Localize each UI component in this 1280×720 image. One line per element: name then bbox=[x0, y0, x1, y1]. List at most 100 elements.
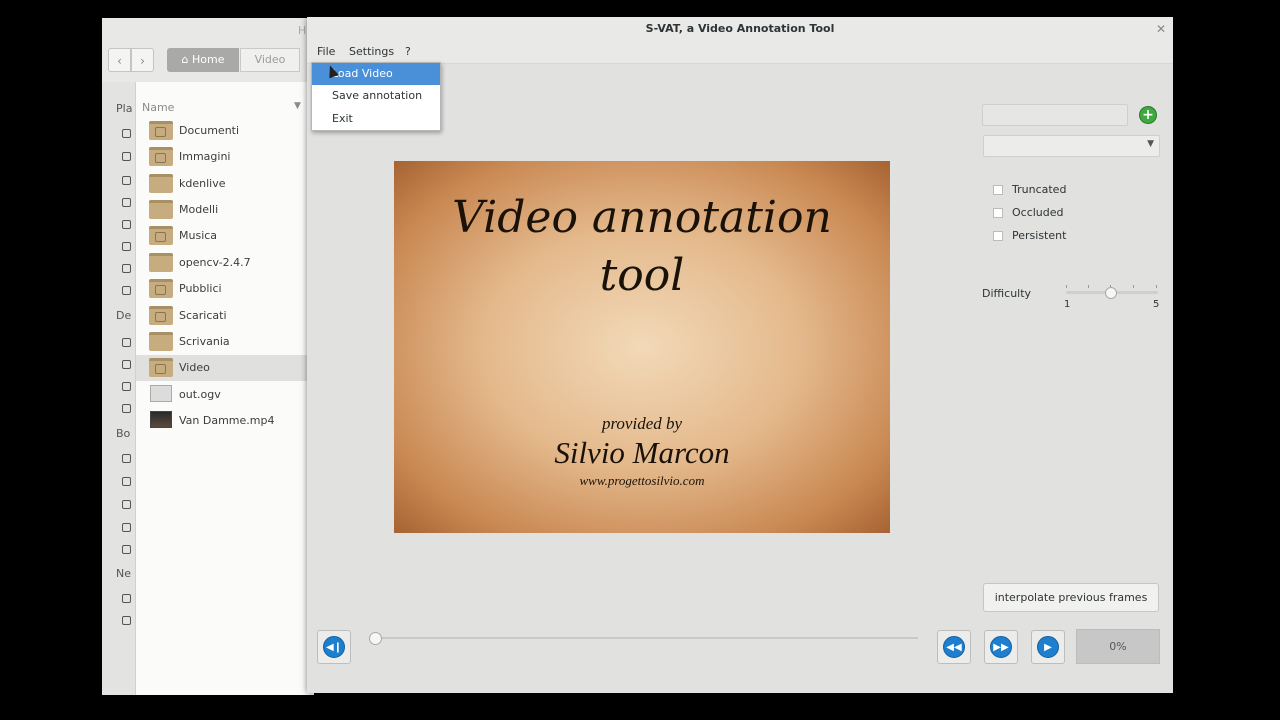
sidebar-item-icon[interactable] bbox=[122, 477, 131, 486]
path-home-label: Home bbox=[192, 53, 225, 66]
file-icon bbox=[150, 385, 172, 402]
video-url-text: www.progettosilvio.com bbox=[579, 473, 705, 488]
sidebar-section-places: Pla bbox=[116, 102, 133, 115]
folder-icon bbox=[149, 200, 173, 219]
folder-icon bbox=[149, 332, 173, 351]
sidebar-item-icon[interactable] bbox=[122, 176, 131, 185]
list-item[interactable]: opencv-2.4.7 bbox=[136, 250, 314, 276]
difficulty-max: 5 bbox=[1153, 299, 1160, 310]
folder-icon bbox=[149, 253, 173, 272]
plus-circle-icon: + bbox=[1142, 107, 1154, 123]
truncated-checkbox[interactable] bbox=[993, 185, 1003, 195]
list-item[interactable]: kdenlive bbox=[136, 171, 314, 197]
folder-icon bbox=[149, 226, 173, 245]
progress-bar: 0% bbox=[1076, 629, 1160, 664]
occluded-checkbox[interactable] bbox=[993, 208, 1003, 218]
sidebar-item-icon[interactable] bbox=[122, 523, 131, 532]
path-home-button[interactable]: ⌂ Home bbox=[167, 48, 239, 72]
interpolate-button[interactable]: interpolate previous frames bbox=[983, 583, 1159, 612]
add-label-button[interactable]: + bbox=[1139, 106, 1157, 124]
occluded-label: Occluded bbox=[1012, 206, 1064, 219]
video-thumbnail-icon bbox=[150, 411, 172, 428]
menu-settings[interactable]: Settings bbox=[349, 45, 394, 58]
list-item[interactable]: Scaricati bbox=[136, 303, 314, 329]
sidebar-item-icon[interactable] bbox=[122, 286, 131, 295]
list-item-label: Musica bbox=[179, 229, 218, 242]
list-item-label: Pubblici bbox=[179, 282, 222, 295]
close-button[interactable]: ✕ bbox=[1151, 19, 1171, 39]
sidebar-section-network: Ne bbox=[116, 567, 131, 580]
menu-help[interactable]: ? bbox=[405, 45, 411, 58]
seek-slider[interactable] bbox=[373, 637, 918, 639]
difficulty-label: Difficulty bbox=[982, 287, 1032, 300]
sidebar-item-icon[interactable] bbox=[122, 500, 131, 509]
home-icon: ⌂ bbox=[181, 53, 192, 66]
play-button[interactable]: ▶ bbox=[1031, 630, 1065, 664]
list-item-label: Documenti bbox=[179, 124, 240, 137]
video-frame[interactable]: Video annotation tool provided by Silvio… bbox=[394, 161, 890, 533]
list-item-label: out.ogv bbox=[179, 388, 221, 401]
list-item[interactable]: Immagini bbox=[136, 144, 314, 170]
list-item[interactable]: Modelli bbox=[136, 197, 314, 223]
sidebar-item-icon[interactable] bbox=[122, 382, 131, 391]
back-button[interactable]: ‹ bbox=[108, 48, 131, 72]
file-manager-window: H ‹ › ⌂ Home Video Pla De Bo Ne Name ▼ D… bbox=[102, 18, 314, 695]
difficulty-slider-handle[interactable] bbox=[1105, 287, 1117, 299]
close-icon: ✕ bbox=[1155, 22, 1167, 36]
sidebar-item-icon[interactable] bbox=[122, 220, 131, 229]
file-manager-sidebar: Pla De Bo Ne bbox=[102, 82, 136, 695]
sidebar-item-icon[interactable] bbox=[122, 616, 131, 625]
sidebar-item-icon[interactable] bbox=[122, 264, 131, 273]
list-item[interactable]: out.ogv bbox=[136, 382, 314, 408]
play-icon: ▶ bbox=[1037, 636, 1059, 658]
sidebar-section-bookmarks: Bo bbox=[116, 427, 131, 440]
sidebar-item-icon[interactable] bbox=[122, 404, 131, 413]
chevron-down-icon: ▼ bbox=[1147, 139, 1154, 149]
sidebar-item-icon[interactable] bbox=[122, 360, 131, 369]
list-item-label: kdenlive bbox=[179, 177, 226, 190]
slider-tick bbox=[1133, 285, 1134, 288]
sidebar-item-icon[interactable] bbox=[122, 338, 131, 347]
list-item[interactable]: Documenti bbox=[136, 118, 314, 144]
sidebar-item-icon[interactable] bbox=[122, 594, 131, 603]
folder-icon bbox=[149, 306, 173, 325]
list-item[interactable]: Scrivania bbox=[136, 329, 314, 355]
sidebar-item-icon[interactable] bbox=[122, 454, 131, 463]
column-header-name[interactable]: Name bbox=[142, 101, 174, 114]
path-video-button[interactable]: Video bbox=[240, 48, 300, 72]
first-frame-button[interactable]: ◀❙ bbox=[317, 630, 351, 664]
seek-slider-handle[interactable] bbox=[369, 632, 382, 645]
sidebar-item-icon[interactable] bbox=[122, 152, 131, 161]
sidebar-item-icon[interactable] bbox=[122, 198, 131, 207]
sidebar-item-icon[interactable] bbox=[122, 242, 131, 251]
class-select[interactable]: ▼ bbox=[983, 135, 1160, 157]
menu-bar: File Settings ? bbox=[307, 41, 1173, 64]
forward-button[interactable]: › bbox=[131, 48, 154, 72]
list-item-selected[interactable]: Video bbox=[136, 355, 314, 381]
sidebar-item-icon[interactable] bbox=[122, 129, 131, 138]
skip-back-icon: ◀❙ bbox=[323, 636, 345, 658]
sidebar-item-icon[interactable] bbox=[122, 545, 131, 554]
file-manager-title-fragment: H bbox=[298, 24, 307, 37]
truncated-label: Truncated bbox=[1012, 183, 1067, 196]
list-item-label: Scaricati bbox=[179, 309, 227, 322]
menu-file[interactable]: File bbox=[317, 45, 335, 58]
rewind-button[interactable]: ◀◀ bbox=[937, 630, 971, 664]
sort-arrow-icon: ▼ bbox=[294, 101, 301, 111]
label-input[interactable] bbox=[982, 104, 1128, 126]
persistent-checkbox[interactable] bbox=[993, 231, 1003, 241]
list-item[interactable]: Pubblici bbox=[136, 276, 314, 302]
menu-item-exit[interactable]: Exit bbox=[312, 108, 440, 130]
menu-item-save-annotation[interactable]: Save annotation bbox=[312, 85, 440, 107]
folder-icon bbox=[149, 358, 173, 377]
chevron-right-icon: › bbox=[140, 54, 145, 68]
video-provided-by-text: provided by bbox=[601, 414, 683, 433]
list-item[interactable]: Van Damme.mp4 bbox=[136, 408, 314, 434]
fast-forward-button[interactable]: ▶▶ bbox=[984, 630, 1018, 664]
menu-item-label: Save annotation bbox=[332, 89, 423, 102]
menu-item-label: Load Video bbox=[332, 67, 393, 80]
list-item[interactable]: Musica bbox=[136, 223, 314, 249]
video-title-text: Video annotation tool bbox=[452, 192, 832, 301]
list-item-label: Van Damme.mp4 bbox=[179, 414, 275, 427]
list-item-label: Immagini bbox=[179, 150, 231, 163]
